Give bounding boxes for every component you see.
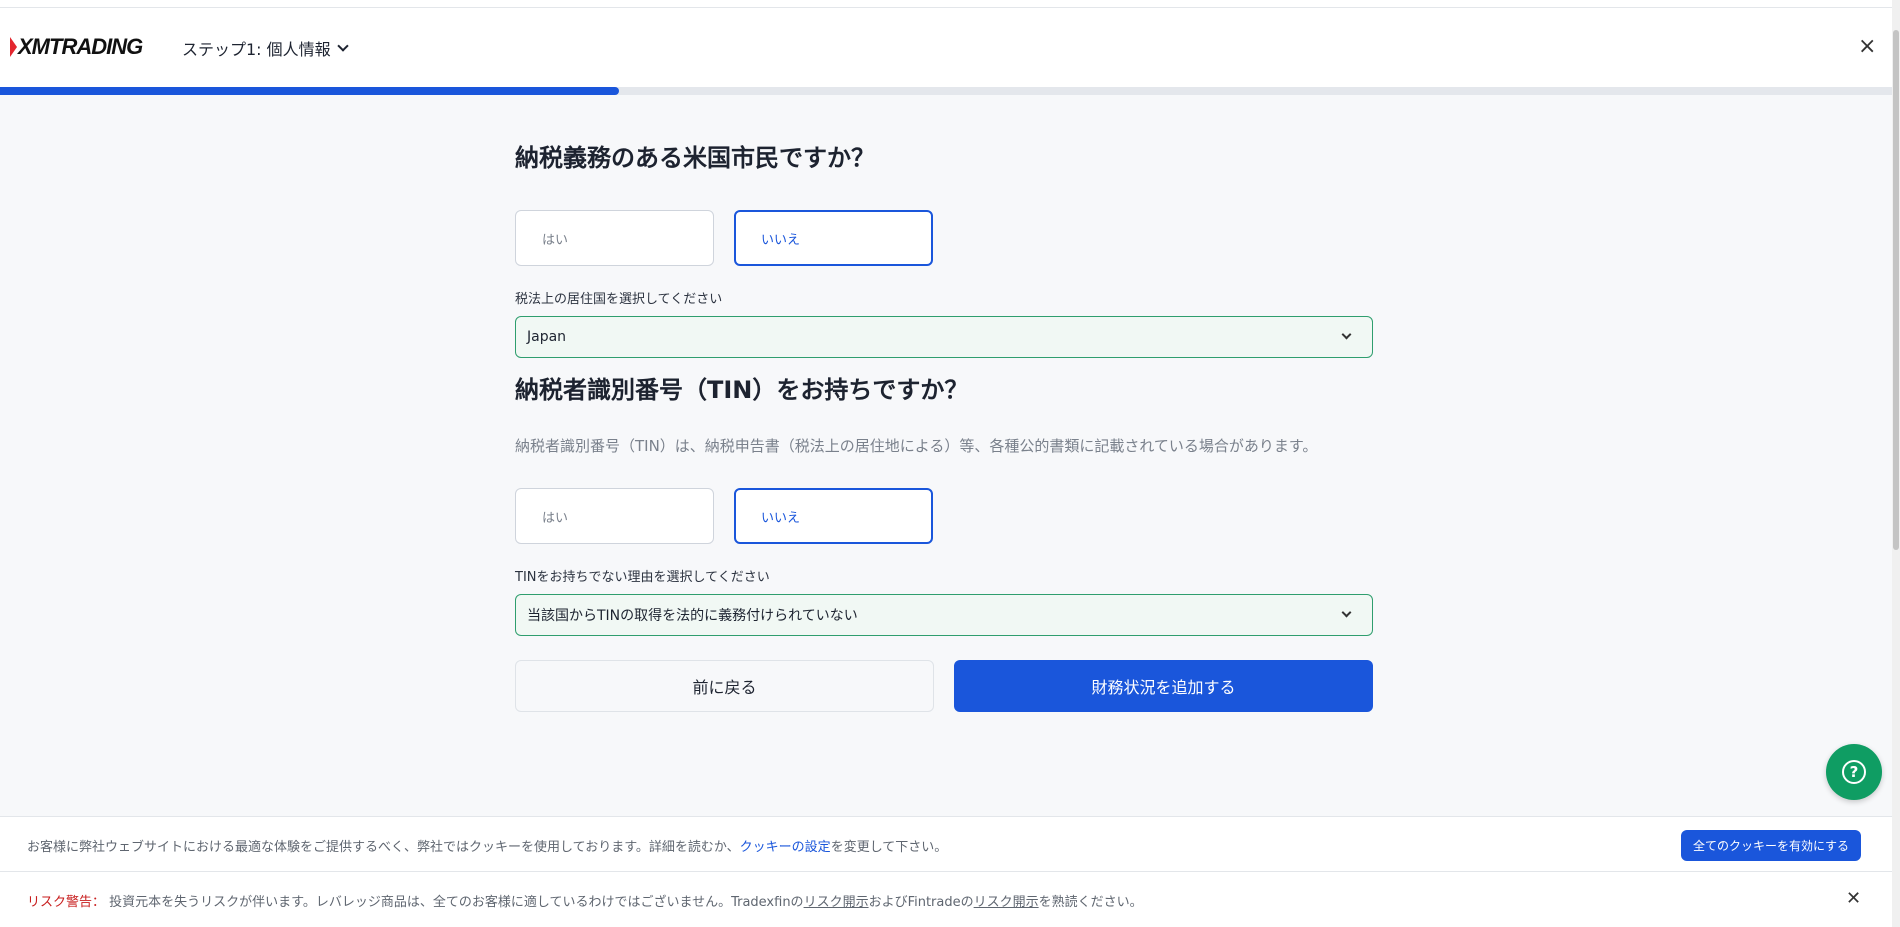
logo-text: XMTRADING <box>18 34 143 59</box>
risk-disclosure-link-fintrade[interactable]: リスク開示 <box>974 895 1039 910</box>
tin-yes-option[interactable]: はい <box>515 488 714 544</box>
top-border <box>0 0 1900 8</box>
add-financial-status-button[interactable]: 財務状況を追加する <box>954 660 1373 712</box>
risk-warning-message: リスク警告： 投資元本を失うリスクが伴います。レバレッジ商品は、全てのお客様に適… <box>27 891 1143 910</box>
risk-warning-label: リスク警告： <box>27 895 106 910</box>
residence-country-select[interactable]: Japan <box>515 316 1373 358</box>
us-citizen-choices: はい いいえ <box>515 210 1373 266</box>
back-button[interactable]: 前に戻る <box>515 660 934 712</box>
tin-choices: はい いいえ <box>515 488 1373 544</box>
cookie-settings-link[interactable]: クッキーの設定 <box>740 840 831 855</box>
accept-all-cookies-button[interactable]: 全てのクッキーを有効にする <box>1681 830 1861 861</box>
help-button[interactable]: ? <box>1826 744 1882 800</box>
scrollbar-thumb[interactable] <box>1893 30 1899 550</box>
step-selector[interactable]: ステップ1: 個人情報 <box>182 36 349 60</box>
progress-bar <box>0 87 1892 95</box>
chevron-down-icon <box>1341 329 1352 340</box>
header: XMTRADING ステップ1: 個人情報 × <box>0 8 1892 87</box>
tax-info-form: 納税義務のある米国市民ですか？ はい いいえ 税法上の居住国を選択してください … <box>515 140 1373 712</box>
help-icon: ? <box>1842 760 1866 784</box>
risk-text-3: を熟読ください。 <box>1038 895 1143 910</box>
tin-reason-select[interactable]: 当該国からTINの取得を法的に義務付けられていない <box>515 594 1373 636</box>
tin-description: 納税者識別番号（TIN）は、納税申告書（税法上の居住地による）等、各種公的書類に… <box>515 437 1318 455</box>
residence-country-label: 税法上の居住国を選択してください <box>515 292 723 307</box>
close-icon[interactable]: × <box>1858 36 1876 58</box>
risk-text-2: およびFintradeの <box>868 895 974 910</box>
cookie-text-after: を変更して下さい。 <box>830 840 948 855</box>
cookie-banner: お客様に弊社ウェブサイトにおける最適な体験をご提供するべく、弊社ではクッキーを使… <box>0 816 1892 872</box>
us-citizen-no-option[interactable]: いいえ <box>734 210 933 266</box>
cookie-message: お客様に弊社ウェブサイトにおける最適な体験をご提供するべく、弊社ではクッキーを使… <box>27 836 947 855</box>
close-icon[interactable]: ✕ <box>1846 888 1861 909</box>
residence-country-value: Japan <box>527 329 567 345</box>
risk-disclosure-link-tradexfin[interactable]: リスク開示 <box>804 895 869 910</box>
progress-fill <box>0 87 619 95</box>
form-actions: 前に戻る 財務状況を追加する <box>515 660 1373 712</box>
question-us-citizen-title: 納税義務のある米国市民ですか？ <box>515 144 875 172</box>
scrollbar[interactable] <box>1892 0 1900 927</box>
logo-mark-icon <box>10 37 17 57</box>
risk-text-1: 投資元本を失うリスクが伴います。レバレッジ商品は、全てのお客様に適しているわけで… <box>105 895 804 910</box>
tin-reason-label: TINをお持ちでない理由を選択してください <box>515 570 770 585</box>
risk-warning-bar: リスク警告： 投資元本を失うリスクが伴います。レバレッジ商品は、全てのお客様に適… <box>0 872 1892 927</box>
cookie-text-before: お客様に弊社ウェブサイトにおける最適な体験をご提供するべく、弊社ではクッキーを使… <box>27 840 740 855</box>
chevron-down-icon <box>337 40 349 52</box>
question-tin-title: 納税者識別番号（TIN）をお持ちですか？ <box>515 376 969 404</box>
tin-reason-value: 当該国からTINの取得を法的に義務付けられていない <box>527 608 858 624</box>
chevron-down-icon <box>1341 607 1352 618</box>
tin-no-option[interactable]: いいえ <box>734 488 933 544</box>
us-citizen-yes-option[interactable]: はい <box>515 210 714 266</box>
step-label: ステップ1: 個人情報 <box>182 40 331 59</box>
xm-logo[interactable]: XMTRADING <box>10 34 143 60</box>
